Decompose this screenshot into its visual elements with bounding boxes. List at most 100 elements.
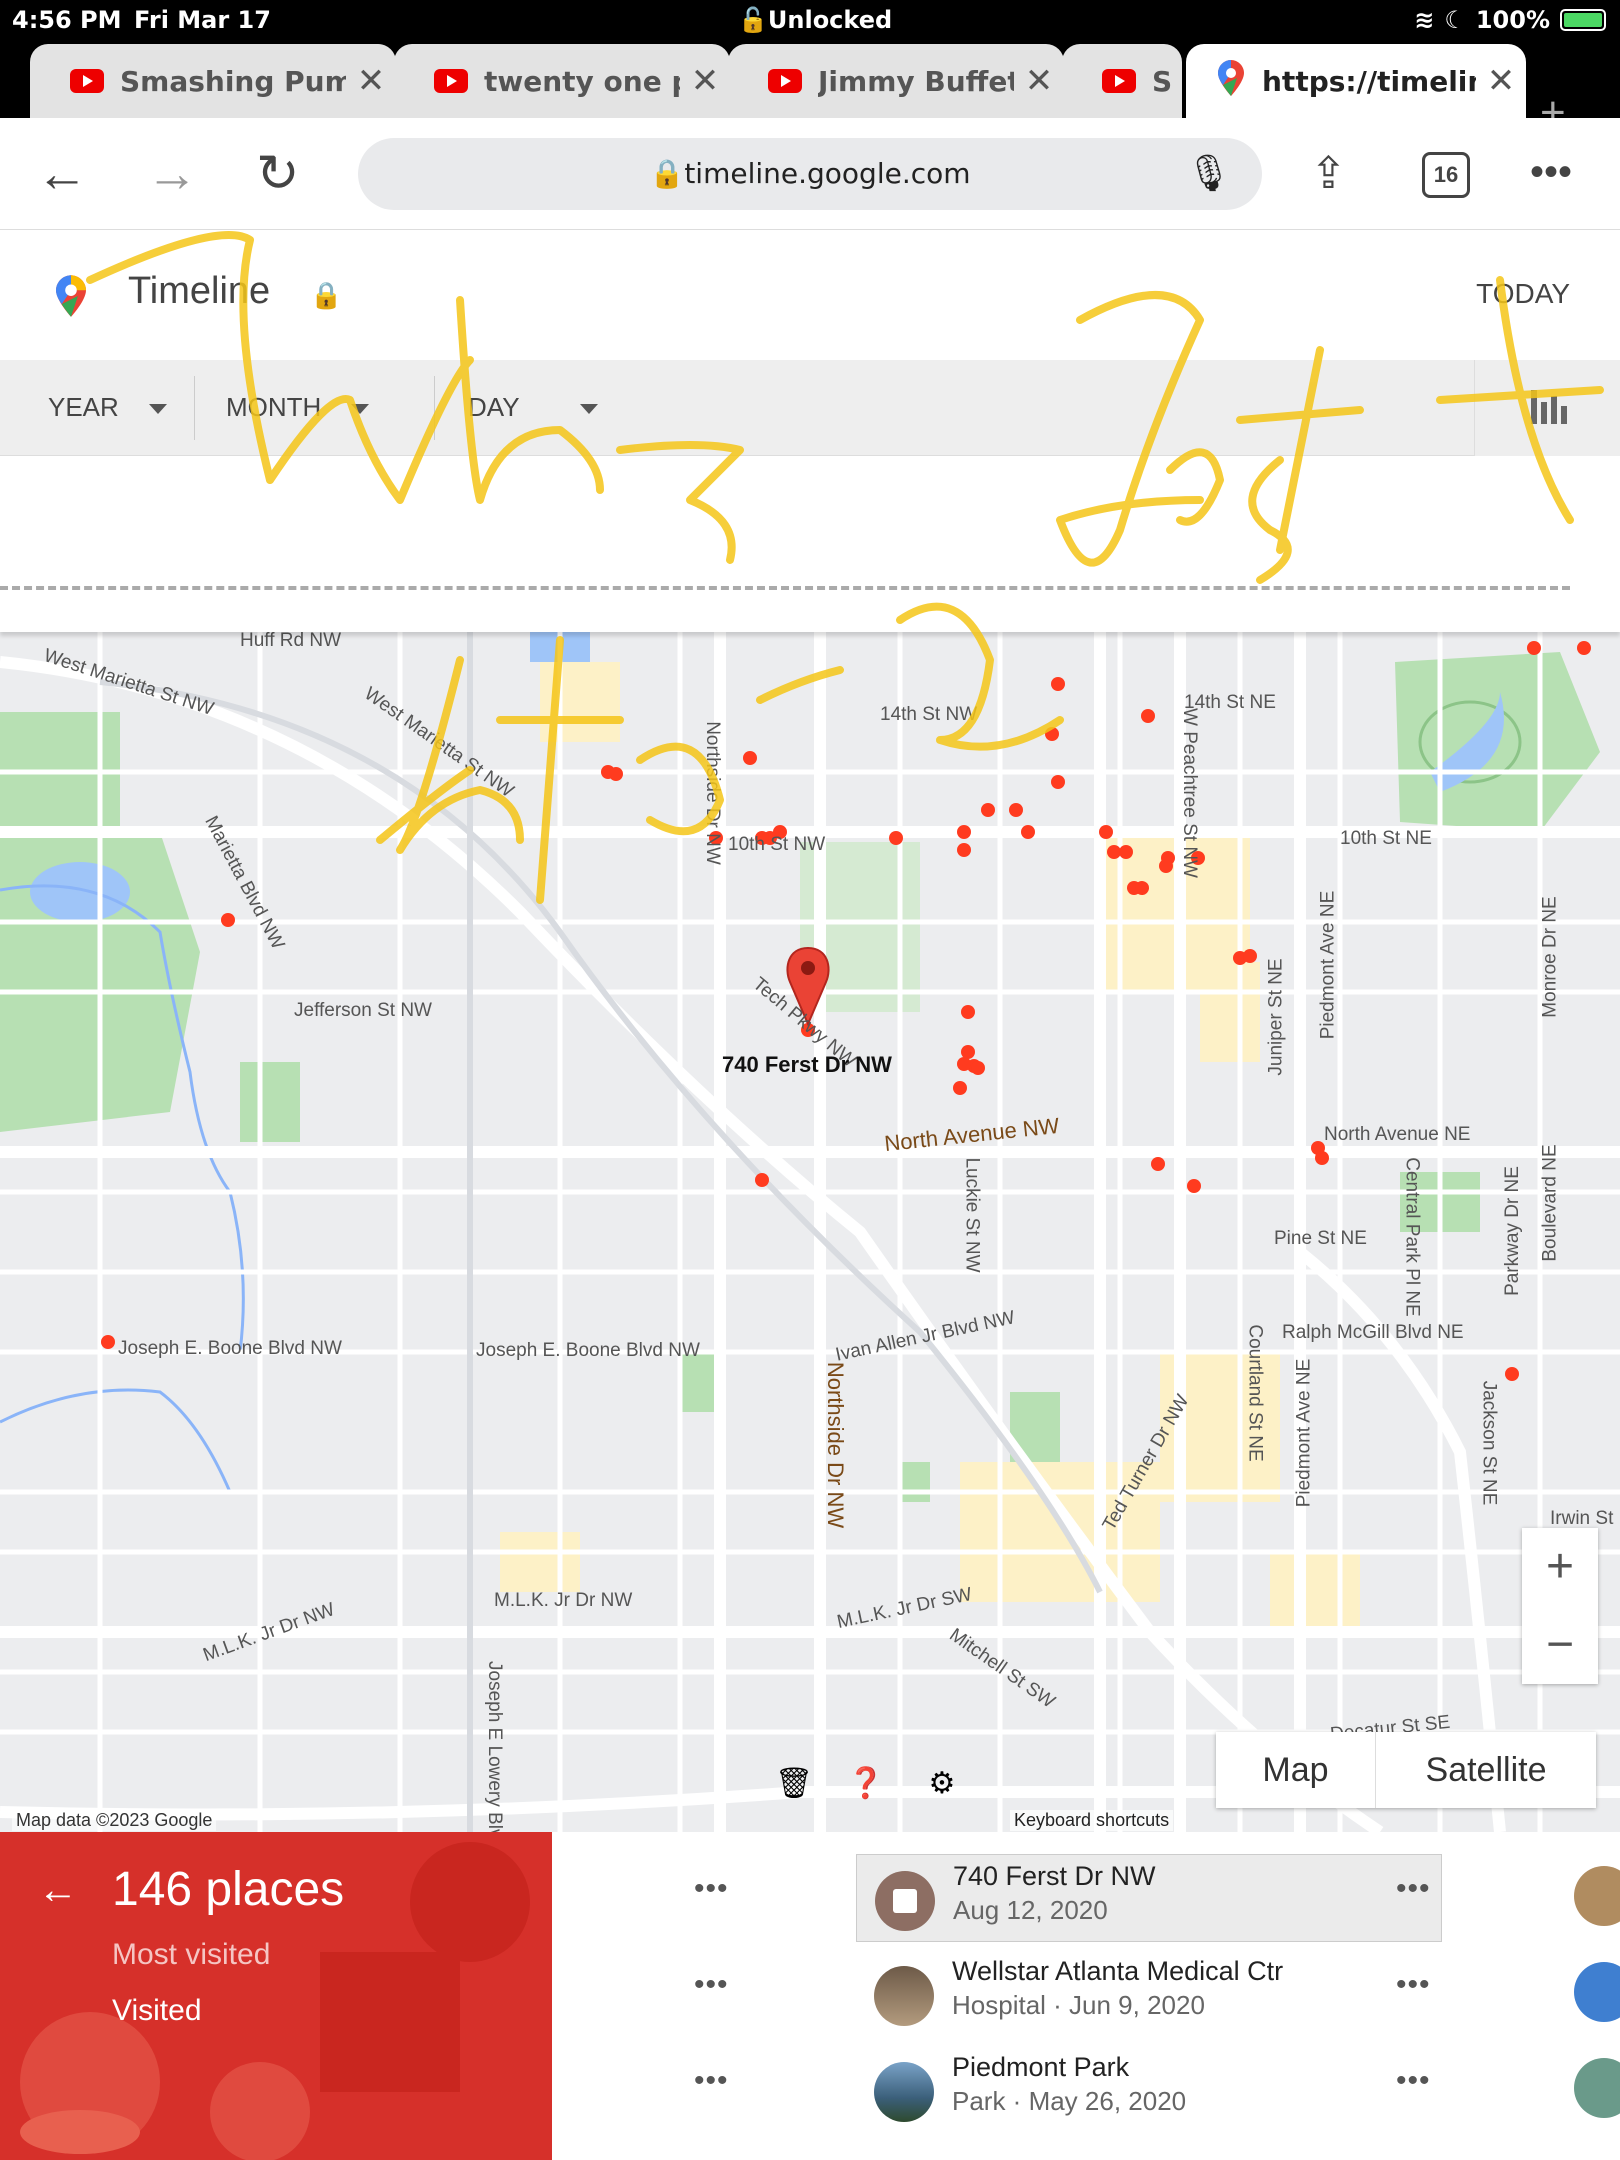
microphone-icon[interactable]: 🎙 bbox=[1186, 138, 1232, 210]
tab-label: twenty one pilots bbox=[484, 64, 680, 98]
dashed-divider bbox=[0, 586, 1570, 590]
selected-location-label: 740 Ferst Dr NW bbox=[722, 1052, 892, 1077]
back-arrow-icon[interactable]: ← bbox=[36, 144, 88, 204]
more-options-icon[interactable]: ••• bbox=[694, 2064, 729, 2098]
tab-smashing-pumpkins[interactable]: Smashing Pumpkins ✕ bbox=[30, 44, 396, 118]
places-panel: ← 146 places Most visited Visited ••• ••… bbox=[0, 1832, 1620, 2160]
place-item[interactable]: Wellstar Atlanta Medical Ctr Hospital · … bbox=[856, 1950, 1442, 2038]
tab-count-button[interactable]: 16 bbox=[1422, 152, 1470, 198]
hospital-photo bbox=[874, 1966, 934, 2026]
street-label: Huff Rd NW bbox=[240, 632, 342, 651]
street-label: Juniper St NE bbox=[1265, 958, 1287, 1076]
place-item[interactable]: 740 Ferst Dr NW Aug 12, 2020 bbox=[856, 1854, 1442, 1942]
street-label: Jackson St NE bbox=[1478, 1380, 1500, 1506]
more-options-icon[interactable]: ••• bbox=[1396, 1872, 1431, 1906]
maps-pin-icon bbox=[1218, 59, 1244, 103]
delete-icon[interactable]: 🗑 bbox=[772, 1762, 816, 1806]
page-title: Timeline bbox=[128, 270, 271, 312]
place-thumbnail[interactable] bbox=[1574, 1866, 1620, 1926]
place-detail: Park · May 26, 2020 bbox=[952, 2086, 1187, 2116]
tab-timeline[interactable]: https://timeline.google.com ✕ bbox=[1186, 44, 1526, 118]
tab-strip: Smashing Pumpkins ✕ twenty one pilots ✕ … bbox=[0, 40, 1620, 137]
zoom-out-button[interactable]: − bbox=[1522, 1606, 1598, 1684]
visited-tab[interactable]: Visited bbox=[112, 1994, 202, 2028]
street-label: 10th St NW bbox=[728, 834, 826, 855]
street-label: Northside Dr NW bbox=[701, 721, 723, 865]
street-label: 14th St NW bbox=[880, 704, 978, 725]
street-label: M.L.K. Jr Dr NW bbox=[494, 1590, 633, 1611]
place-detail: Aug 12, 2020 bbox=[953, 1895, 1108, 1925]
most-visited-tab[interactable]: Most visited bbox=[112, 1938, 270, 1972]
close-tab-icon[interactable]: ✕ bbox=[1476, 61, 1526, 101]
stop-icon bbox=[875, 1871, 935, 1931]
stats-button[interactable] bbox=[1474, 360, 1620, 456]
youtube-icon bbox=[70, 69, 104, 93]
lock-status: 🔓Unlocked bbox=[738, 6, 893, 34]
tab-label: https://timeline.google.com bbox=[1262, 64, 1476, 98]
place-name: Piedmont Park bbox=[952, 2052, 1130, 2082]
reload-icon[interactable]: ↻ bbox=[256, 144, 300, 204]
battery-percent: 100% bbox=[1475, 6, 1550, 34]
place-detail: Hospital · Jun 9, 2020 bbox=[952, 1990, 1205, 2020]
more-options-icon[interactable]: ••• bbox=[694, 1872, 729, 1906]
today-button[interactable]: TODAY bbox=[1476, 278, 1570, 310]
tab-twenty-one-pilots[interactable]: twenty one pilots ✕ bbox=[394, 44, 730, 118]
zoom-control: + − bbox=[1522, 1528, 1598, 1684]
places-summary-card: ← 146 places Most visited Visited bbox=[0, 1832, 552, 2160]
moon-icon: ☾ bbox=[1444, 6, 1466, 34]
google-maps-pin-icon bbox=[56, 274, 86, 323]
more-options-icon[interactable]: ••• bbox=[1396, 2064, 1431, 2098]
url-text: timeline.google.com bbox=[684, 157, 971, 190]
timeline-header: Timeline 🔒 TODAY bbox=[0, 230, 1620, 360]
day-dropdown[interactable]: DAY bbox=[468, 392, 598, 423]
street-label: Monroe Dr NE bbox=[1539, 896, 1561, 1018]
gear-icon[interactable]: ⚙ bbox=[920, 1762, 964, 1806]
street-label: 10th St NE bbox=[1340, 828, 1432, 849]
tab-youtube-s[interactable]: S bbox=[1062, 44, 1182, 118]
map-type-map-button[interactable]: Map bbox=[1216, 1732, 1376, 1808]
place-item[interactable]: Piedmont Park Park · May 26, 2020 bbox=[856, 2046, 1442, 2134]
chevron-down-icon bbox=[579, 404, 598, 415]
more-options-icon[interactable]: ••• bbox=[694, 1968, 729, 2002]
share-icon[interactable]: ⇪ bbox=[1310, 148, 1347, 199]
forward-arrow-icon[interactable]: → bbox=[146, 144, 198, 204]
month-dropdown[interactable]: MONTH bbox=[226, 392, 370, 423]
tab-jimmy-buffett[interactable]: Jimmy Buffett ✕ bbox=[728, 44, 1064, 118]
street-label: Courtland St NE bbox=[1244, 1324, 1266, 1462]
street-label: Joseph E. Boone Blvd NW bbox=[476, 1340, 700, 1361]
street-label: Northside Dr NW bbox=[823, 1361, 849, 1529]
status-right: ≋ ☾ 100% bbox=[1414, 6, 1606, 34]
back-arrow-icon[interactable]: ← bbox=[38, 1868, 78, 1913]
more-icon[interactable]: ••• bbox=[1530, 150, 1572, 195]
street-label: North Avenue NE bbox=[1324, 1124, 1471, 1145]
keyboard-shortcuts-link[interactable]: Keyboard shortcuts bbox=[1010, 1810, 1174, 1831]
street-label: Parkway Dr NE bbox=[1501, 1166, 1523, 1296]
street-label: Joseph E Lowery Blvd bbox=[484, 1661, 505, 1832]
bar-chart-icon bbox=[1531, 390, 1567, 424]
chevron-down-icon bbox=[148, 404, 167, 415]
year-dropdown[interactable]: YEAR bbox=[48, 392, 167, 423]
timeline-chart-area bbox=[0, 456, 1620, 632]
place-name: 740 Ferst Dr NW bbox=[953, 1861, 1156, 1891]
map-type-satellite-button[interactable]: Satellite bbox=[1376, 1732, 1596, 1808]
close-tab-icon[interactable]: ✕ bbox=[346, 61, 396, 101]
place-thumbnail[interactable] bbox=[1574, 2058, 1620, 2118]
street-label: Pine St NE bbox=[1274, 1228, 1367, 1249]
street-label: Irwin St bbox=[1550, 1508, 1614, 1529]
place-thumbnail[interactable] bbox=[1574, 1962, 1620, 2022]
url-bar[interactable]: 🔒timeline.google.com 🎙 bbox=[358, 138, 1262, 210]
tab-label: S bbox=[1152, 64, 1173, 98]
youtube-icon bbox=[434, 69, 468, 93]
status-time: 4:56 PM bbox=[12, 6, 122, 34]
close-tab-icon[interactable]: ✕ bbox=[680, 61, 730, 101]
help-icon[interactable]: ❓ bbox=[844, 1762, 888, 1806]
street-label: W Peachtree St NW bbox=[1179, 708, 1200, 878]
chevron-down-icon bbox=[351, 404, 370, 415]
places-count: 146 places bbox=[112, 1863, 345, 1916]
zoom-in-button[interactable]: + bbox=[1522, 1528, 1598, 1606]
map-view[interactable]: Huff Rd NW West Marietta St NW West Mari… bbox=[0, 632, 1620, 1832]
map-type-control: Map Satellite bbox=[1216, 1732, 1596, 1808]
close-tab-icon[interactable]: ✕ bbox=[1014, 61, 1064, 101]
more-options-icon[interactable]: ••• bbox=[1396, 1968, 1431, 2002]
wifi-icon: ≋ bbox=[1414, 6, 1435, 34]
